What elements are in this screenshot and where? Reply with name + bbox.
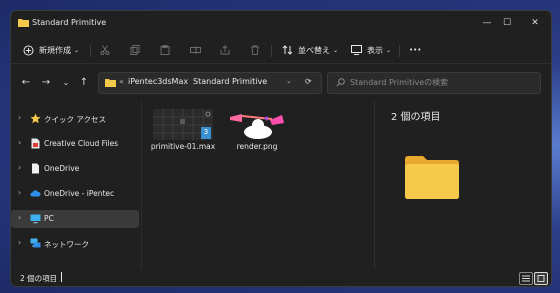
maximize-button[interactable]: ☐ [498, 15, 516, 31]
chevron-right-icon[interactable]: › [18, 188, 21, 197]
address-row: ← → ⌄ ↑ « iPentec3dsMax › Standard Primi… [11, 65, 551, 99]
view-button[interactable]: 表示 ⌄ [351, 43, 391, 57]
sidebar-item-label: ネットワーク [44, 240, 89, 249]
new-button[interactable]: 新規作成 ⌄ [23, 43, 79, 57]
sidebar-item-label: Creative Cloud Files [44, 139, 119, 148]
chevron-down-icon: ⌄ [74, 46, 80, 54]
plus-circle-icon [23, 45, 34, 55]
chevron-right-icon[interactable]: › [18, 238, 21, 247]
star-icon [30, 113, 41, 124]
sort-icon [282, 45, 293, 55]
network-icon [30, 238, 41, 248]
sort-button-label: 並べ替え [298, 45, 330, 55]
folder-icon [18, 19, 29, 27]
trash-icon [251, 45, 259, 55]
address-bar[interactable]: « iPentec3dsMax › Standard Primitive ⌄ ⟳ [98, 72, 322, 94]
share-button[interactable] [220, 43, 230, 57]
sidebar-item-label: PC [44, 214, 54, 223]
toolbar-divider [90, 45, 91, 57]
chevron-right-icon[interactable]: › [18, 138, 21, 147]
breadcrumb-item[interactable]: Standard Primitive [193, 77, 267, 86]
up-button[interactable]: ↑ [77, 75, 91, 89]
scissors-icon [100, 45, 110, 55]
chevron-right-icon[interactable]: › [18, 213, 21, 222]
close-button[interactable]: ✕ [526, 15, 544, 31]
details-view-button[interactable] [519, 272, 533, 285]
details-pane: 2 個の項目 [375, 101, 551, 269]
search-input[interactable] [350, 76, 530, 89]
rename-icon [190, 46, 201, 54]
pane-divider[interactable] [141, 101, 142, 269]
copy-icon [130, 45, 140, 55]
3dsmax-badge-icon: 3 [201, 127, 211, 139]
toolbar-divider [271, 45, 272, 57]
file-name: render.png [236, 142, 278, 151]
sidebar-item-label: クイック アクセス [44, 115, 107, 124]
sidebar-item-label: OneDrive [44, 164, 80, 173]
navigation-pane: › クイック アクセス › Creative Cloud Files › One… [11, 101, 139, 271]
list-view-icon [522, 275, 530, 282]
file-name: primitive-01.max [150, 142, 216, 151]
breadcrumb-item[interactable]: iPentec3dsMax [128, 77, 188, 86]
refresh-icon[interactable]: ⟳ [305, 77, 312, 86]
paste-button[interactable] [160, 43, 170, 57]
chevron-right-icon[interactable]: › [18, 163, 21, 172]
status-item-count: 2 個の項目 [20, 274, 58, 283]
sort-button[interactable]: 並べ替え ⌄ [282, 43, 338, 57]
chevron-down-icon: ⌄ [333, 46, 339, 54]
sidebar-item-creative-cloud-files[interactable]: › Creative Cloud Files [11, 135, 139, 153]
breadcrumb-overflow[interactable]: « [119, 77, 124, 86]
tiles-view-icon [537, 275, 545, 282]
minimize-button[interactable]: — [478, 15, 496, 31]
title-bar[interactable]: Standard Primitive — ☐ ✕ [11, 11, 551, 35]
more-options-button[interactable]: ••• [409, 43, 421, 57]
image-thumbnail-icon [230, 114, 284, 139]
share-icon [220, 45, 230, 55]
toolbar-divider [399, 45, 400, 57]
address-dropdown-chevron-icon[interactable]: ⌄ [286, 77, 292, 85]
document-icon [32, 163, 39, 174]
sidebar-item-onedrive-ipentec[interactable]: › OneDrive - iPentec [11, 185, 139, 203]
rename-button[interactable] [190, 43, 201, 57]
sidebar-item-onedrive[interactable]: › OneDrive [11, 160, 139, 178]
file-item[interactable]: 3 primitive-01.max [148, 109, 218, 159]
search-box[interactable] [327, 72, 541, 94]
text-cursor [61, 272, 62, 282]
creative-cloud-file-icon [31, 138, 40, 149]
command-bar: 新規作成 ⌄ 並べ替え ⌄ 表示 ⌄ ••• [11, 37, 551, 64]
recent-locations-button[interactable]: ⌄ [59, 75, 73, 89]
cut-button[interactable] [100, 43, 110, 57]
chevron-right-icon[interactable]: › [18, 113, 21, 122]
file-explorer-window: Standard Primitive — ☐ ✕ 新規作成 ⌄ 並べ替え ⌄ 表… [10, 10, 552, 287]
sidebar-item-pc[interactable]: › PC [11, 210, 139, 228]
file-item[interactable]: render.png [222, 109, 292, 159]
sidebar-item-network[interactable]: › ネットワーク [11, 235, 139, 253]
cloud-icon [30, 190, 41, 197]
status-bar: 2 個の項目 [11, 271, 551, 286]
copy-button[interactable] [130, 43, 140, 57]
large-icons-view-button[interactable] [534, 272, 548, 285]
clipboard-icon [160, 45, 170, 55]
window-title: Standard Primitive [32, 18, 107, 27]
folder-icon [105, 79, 116, 87]
chevron-down-icon: ⌄ [386, 46, 392, 54]
search-icon [336, 78, 345, 87]
monitor-icon [30, 214, 41, 224]
details-item-count: 2 個の項目 [391, 112, 441, 123]
view-button-label: 表示 [367, 45, 383, 55]
sidebar-item-quick-access[interactable]: › クイック アクセス [11, 110, 139, 128]
sidebar-item-label: OneDrive - iPentec [44, 189, 115, 198]
back-button[interactable]: ← [19, 75, 33, 89]
forward-button[interactable]: → [39, 75, 53, 89]
breadcrumb-separator: › [184, 77, 188, 86]
large-folder-icon [405, 156, 459, 199]
delete-button[interactable] [250, 43, 260, 57]
new-button-label: 新規作成 [39, 45, 71, 55]
monitor-view-icon [351, 45, 362, 55]
